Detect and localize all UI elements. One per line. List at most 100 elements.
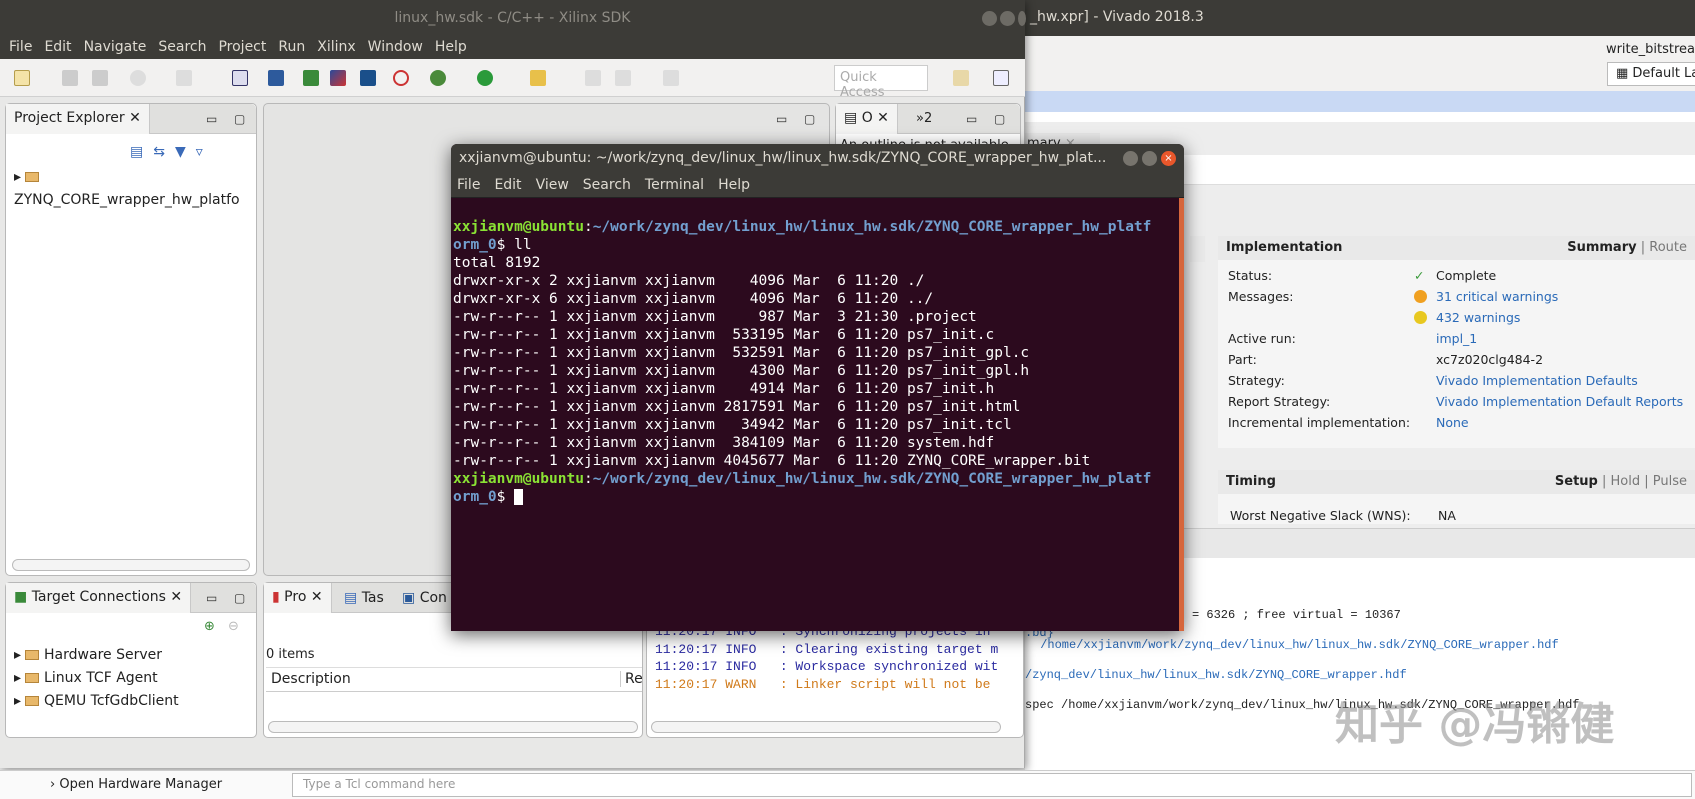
minimize-icon[interactable]: ▭ xyxy=(776,112,787,126)
menu-help[interactable]: Help xyxy=(718,173,750,197)
hw-icon[interactable] xyxy=(303,70,319,86)
layout-select[interactable]: ▦ Default Lay xyxy=(1607,62,1695,86)
terminal-scrollbar[interactable] xyxy=(1179,198,1184,631)
folder-icon xyxy=(25,673,40,683)
impl-value: xc7z020clg484-2 xyxy=(1436,352,1544,367)
tab-project-explorer[interactable]: Project Explorer ✕ xyxy=(6,104,150,134)
tree-item[interactable]: ▸ Linux TCF Agent xyxy=(6,667,179,690)
build-icon[interactable] xyxy=(130,70,146,86)
prompt-path: orm_0 xyxy=(453,237,497,253)
run-icon[interactable] xyxy=(477,70,493,86)
maximize-icon[interactable]: ▢ xyxy=(994,112,1005,126)
implementation-header: Implementation Summary | Route xyxy=(1218,236,1695,260)
minimize-icon[interactable]: ▭ xyxy=(206,591,217,605)
maximize-icon[interactable]: ▢ xyxy=(234,112,245,126)
open-hardware-manager[interactable]: Open Hardware Manager xyxy=(59,777,222,792)
folder-icon xyxy=(25,650,40,660)
minimize-icon[interactable]: ▭ xyxy=(206,112,217,126)
maximize-icon[interactable]: ▢ xyxy=(804,112,815,126)
menu-navigate[interactable]: Navigate xyxy=(84,36,147,59)
tab-summary[interactable]: Summary xyxy=(1567,240,1636,255)
menu-search[interactable]: Search xyxy=(583,173,631,197)
debug-config-icon[interactable] xyxy=(176,70,192,86)
tab-route[interactable]: Route xyxy=(1649,240,1687,255)
tree-item[interactable]: ▸ Hardware Server xyxy=(6,644,179,667)
save-all-icon[interactable] xyxy=(92,70,108,86)
menu-project[interactable]: Project xyxy=(218,36,266,59)
menu-edit[interactable]: Edit xyxy=(44,36,71,59)
menu-window[interactable]: Window xyxy=(368,36,423,59)
bootgen-icon[interactable] xyxy=(330,70,346,86)
menu-search[interactable]: Search xyxy=(158,36,206,59)
prev-icon[interactable] xyxy=(615,70,631,86)
minimize-icon[interactable] xyxy=(982,11,997,26)
horizontal-scrollbar[interactable] xyxy=(12,559,250,571)
column-resource[interactable]: Re xyxy=(620,671,643,687)
tree-item[interactable]: ▸ QEMU TcfGdbClient xyxy=(6,690,179,713)
console-line: 11:20:17 WARN : Linker script will not b… xyxy=(655,676,991,692)
tab-problems[interactable]: ▮ Pro ✕ xyxy=(264,583,332,613)
tab-tasks[interactable]: ▤ Tas xyxy=(344,590,384,606)
save-icon[interactable] xyxy=(62,70,78,86)
maximize-icon[interactable]: ▢ xyxy=(234,591,245,605)
menu-terminal[interactable]: Terminal xyxy=(645,173,704,197)
close-icon[interactable]: × xyxy=(1161,151,1176,166)
view-toolbar[interactable]: ▤⇆▼▿ xyxy=(130,144,213,160)
warning-icon xyxy=(1414,290,1427,303)
new-icon[interactable] xyxy=(14,70,30,86)
cc-perspective-icon[interactable] xyxy=(993,70,1009,86)
tab-label: Project Explorer xyxy=(14,110,125,126)
debug-icon[interactable] xyxy=(430,70,446,86)
tab-pulse[interactable]: Pulse xyxy=(1653,474,1687,489)
forward-icon[interactable] xyxy=(663,70,679,86)
output-line: -rw-r--r-- 1 xxjianvm xxjianvm 4045677 M… xyxy=(453,453,1091,469)
impl-value[interactable]: None xyxy=(1436,415,1469,430)
quick-access-input[interactable]: Quick Access xyxy=(834,65,928,100)
project-label: ZYNQ_CORE_wrapper_hw_platfo xyxy=(14,192,240,208)
tab-target-connections[interactable]: ■ Target Connections ✕ xyxy=(6,583,192,613)
tab-outline[interactable]: ▤ O ✕ xyxy=(836,104,898,134)
program-fpga-icon[interactable] xyxy=(232,70,248,86)
console-icon[interactable] xyxy=(360,70,376,86)
prompt-line: xxjianvm@ubuntu:~/work/zynq_dev/linux_hw… xyxy=(453,471,1152,487)
tab-hold[interactable]: Hold xyxy=(1611,474,1641,489)
run-label: write_bitstrea xyxy=(1605,42,1695,57)
menu-run[interactable]: Run xyxy=(278,36,305,59)
impl-value[interactable]: 432 warnings xyxy=(1436,310,1520,325)
back-icon[interactable] xyxy=(585,70,601,86)
open-perspective-icon[interactable] xyxy=(953,70,969,86)
tcl-command-input[interactable]: Type a Tcl command here xyxy=(292,773,1692,797)
external-tools-icon[interactable] xyxy=(530,70,546,86)
menu-file[interactable]: File xyxy=(9,36,32,59)
tcl-line: /home/xxjianvm/work/zynq_dev/linux_hw/li… xyxy=(1033,638,1559,652)
close-icon[interactable] xyxy=(1018,11,1026,26)
horizontal-scrollbar[interactable] xyxy=(268,721,638,733)
disconnect-icon[interactable]: ⊖ xyxy=(228,619,239,634)
menu-view[interactable]: View xyxy=(536,173,569,197)
impl-value[interactable]: Vivado Implementation Default Reports xyxy=(1436,394,1683,409)
tab-setup[interactable]: Setup xyxy=(1555,474,1598,489)
terminal-output[interactable]: xxjianvm@ubuntu:~/work/zynq_dev/linux_hw… xyxy=(453,200,1173,506)
more-tabs[interactable]: »2 xyxy=(916,111,932,126)
new-connection-icon[interactable]: ⊕ xyxy=(204,619,215,634)
terminal-icon[interactable] xyxy=(268,70,284,86)
menu-help[interactable]: Help xyxy=(435,36,467,59)
tree-item[interactable]: ▸ZYNQ_CORE_wrapper_hw_platfo xyxy=(6,166,256,212)
xmd-icon[interactable] xyxy=(393,70,409,86)
impl-value[interactable]: Vivado Implementation Defaults xyxy=(1436,373,1638,388)
menu-file[interactable]: File xyxy=(457,173,480,197)
vivado-bottom: › Open Hardware Manager Type a Tcl comma… xyxy=(0,770,1695,799)
column-description[interactable]: Description xyxy=(271,671,351,687)
minimize-icon[interactable]: ▭ xyxy=(966,112,977,126)
maximize-icon[interactable] xyxy=(1000,11,1015,26)
maximize-icon[interactable] xyxy=(1142,151,1157,166)
minimize-icon[interactable] xyxy=(1123,151,1138,166)
impl-value[interactable]: impl_1 xyxy=(1436,331,1477,346)
horizontal-scrollbar[interactable] xyxy=(651,721,1001,733)
output-line: -rw-r--r-- 1 xxjianvm xxjianvm 987 Mar 3… xyxy=(453,309,977,325)
impl-value[interactable]: 31 critical warnings xyxy=(1436,289,1558,304)
menu-edit[interactable]: Edit xyxy=(494,173,521,197)
menu-xilinx[interactable]: Xilinx xyxy=(317,36,355,59)
tab-console[interactable]: ▣ Con xyxy=(402,590,447,606)
impl-label: Active run: xyxy=(1228,331,1296,346)
